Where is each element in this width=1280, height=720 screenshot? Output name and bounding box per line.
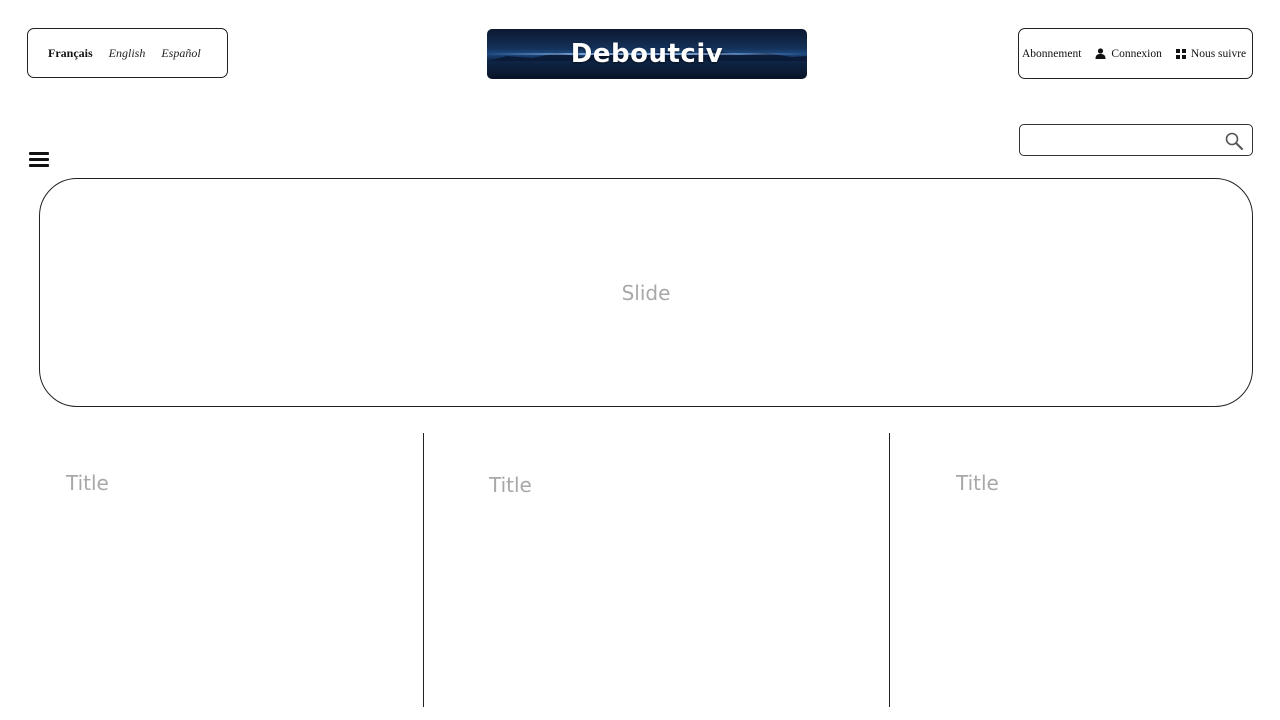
column-title-2: Title xyxy=(489,473,532,497)
language-english[interactable]: English xyxy=(109,46,146,61)
subscribe-label: Abonnement xyxy=(1022,47,1082,60)
login-link[interactable]: Connexion xyxy=(1095,47,1162,60)
language-spanish[interactable]: Español xyxy=(161,46,200,61)
account-links: Abonnement Connexion Nous suivre xyxy=(1018,28,1253,79)
column-title-3: Title xyxy=(956,471,999,495)
language-french[interactable]: Français xyxy=(48,46,93,61)
follow-link[interactable]: Nous suivre xyxy=(1175,47,1247,60)
column-divider xyxy=(423,433,424,707)
search-icon[interactable] xyxy=(1224,131,1244,151)
search-input[interactable] xyxy=(1026,129,1220,153)
subscribe-link[interactable]: Abonnement xyxy=(1022,48,1081,60)
follow-label: Nous suivre xyxy=(1190,47,1247,60)
grid-icon xyxy=(1175,48,1186,59)
column-title-1: Title xyxy=(66,471,109,495)
menu-line xyxy=(29,152,49,155)
slideshow[interactable]: Slide xyxy=(39,178,1253,407)
language-selector: Français English Español xyxy=(27,28,228,78)
slide-label: Slide xyxy=(621,280,671,305)
user-icon xyxy=(1095,48,1106,59)
menu-line xyxy=(29,164,49,167)
logo-text: Deboutciv xyxy=(570,39,724,69)
login-label: Connexion xyxy=(1111,47,1162,60)
search-bar xyxy=(1019,124,1253,156)
column-divider xyxy=(889,433,890,707)
menu-line xyxy=(29,158,49,161)
menu-icon[interactable] xyxy=(29,152,49,168)
site-logo[interactable]: Deboutciv xyxy=(487,29,807,79)
